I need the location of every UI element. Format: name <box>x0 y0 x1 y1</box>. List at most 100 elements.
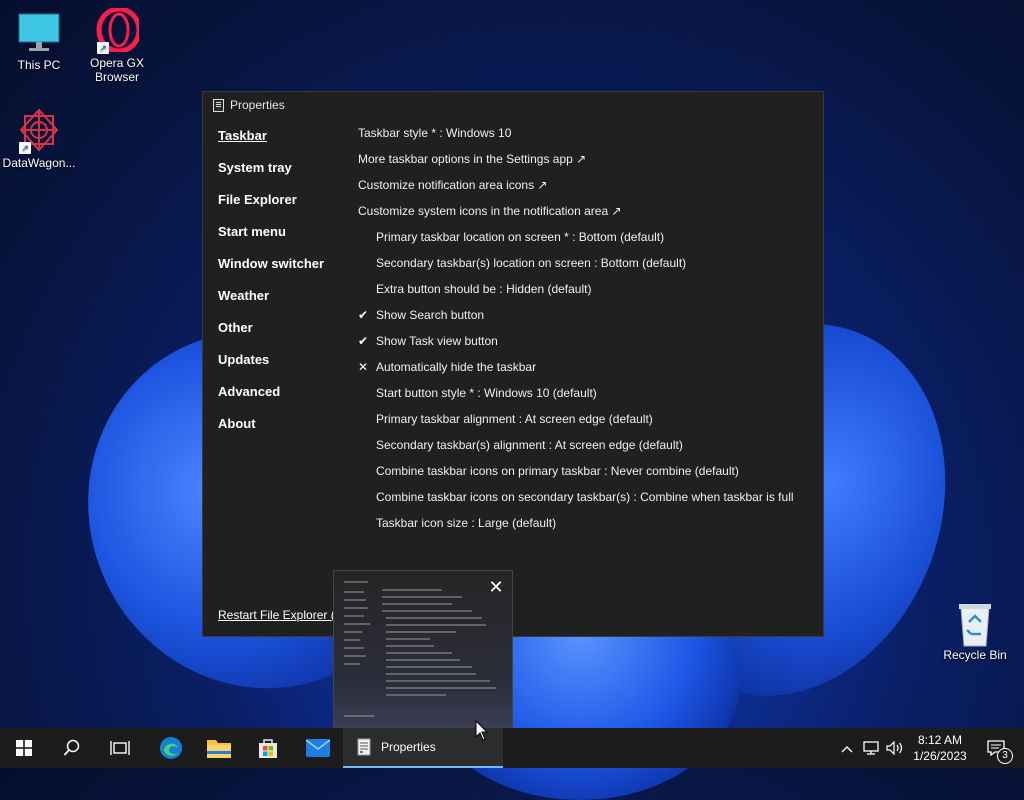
monitor-icon <box>17 10 61 54</box>
thumbnail-mini-setting <box>386 680 490 682</box>
mail-taskbar-button[interactable] <box>294 728 342 768</box>
setting-label: Taskbar icon size : Large (default) <box>376 516 557 530</box>
window-title-bar[interactable]: Properties <box>213 98 285 112</box>
setting-primary-location[interactable]: Primary taskbar location on screen * : B… <box>358 227 794 253</box>
shortcut-arrow-icon: ↗ <box>97 42 109 54</box>
setting-label: Customize notification area icons ↗ <box>358 178 548 192</box>
desktop-icon-label: This PC <box>17 58 61 72</box>
taskbar-button-label: Properties <box>381 740 436 754</box>
desktop-icon-datawagon[interactable]: ↗ DataWagon... <box>0 108 78 170</box>
mail-icon <box>306 739 330 757</box>
taskbar: Properties 8:12 AM 1/26/2023 3 <box>0 728 1024 768</box>
edge-icon <box>160 737 182 759</box>
setting-label: Secondary taskbar(s) alignment : At scre… <box>376 438 683 452</box>
checkmark-icon: ✔ <box>358 334 369 348</box>
setting-label: Taskbar style * : Windows 10 <box>358 126 512 140</box>
thumbnail-mini-setting <box>386 694 446 696</box>
setting-label: Customize system icons in the notificati… <box>358 204 622 218</box>
thumbnail-mini-setting <box>386 624 486 626</box>
nav-item-system-tray[interactable]: System tray <box>218 158 324 190</box>
recycle-bin-icon <box>953 600 997 647</box>
nav-item-updates[interactable]: Updates <box>218 350 324 382</box>
thumbnail-mini-setting <box>382 596 462 598</box>
nav-item-about[interactable]: About <box>218 414 324 446</box>
thumbnail-mini-setting <box>386 617 482 619</box>
link-system-icons[interactable]: Customize system icons in the notificati… <box>358 201 794 227</box>
sidebar-nav: Taskbar System tray File Explorer Start … <box>218 126 324 446</box>
nav-item-taskbar[interactable]: Taskbar <box>218 126 324 158</box>
thumbnail-mini-nav <box>344 631 362 633</box>
document-icon <box>213 98 224 112</box>
settings-list: Taskbar style * : Windows 10 More taskba… <box>358 123 794 539</box>
nav-item-file-explorer[interactable]: File Explorer <box>218 190 324 222</box>
setting-taskbar-style[interactable]: Taskbar style * : Windows 10 <box>358 123 794 149</box>
desktop-icon-this-pc[interactable]: This PC <box>0 10 78 72</box>
network-icon <box>863 741 879 755</box>
clock-time: 8:12 AM <box>917 733 963 747</box>
network-tray-button[interactable] <box>860 728 882 768</box>
setting-label: Primary taskbar location on screen * : B… <box>376 230 665 244</box>
speaker-icon <box>886 741 903 755</box>
edge-taskbar-button[interactable] <box>147 728 195 768</box>
thumbnail-mini-nav <box>344 639 360 641</box>
setting-label: More taskbar options in the Settings app… <box>358 152 587 166</box>
setting-primary-alignment[interactable]: Primary taskbar alignment : At screen ed… <box>358 409 794 435</box>
thumbnail-close-button[interactable]: ✕ <box>480 571 512 603</box>
setting-label: Combine taskbar icons on primary taskbar… <box>376 464 739 478</box>
window-title: Properties <box>230 98 285 112</box>
setting-secondary-alignment[interactable]: Secondary taskbar(s) alignment : At scre… <box>358 435 794 461</box>
nav-item-weather[interactable]: Weather <box>218 286 324 318</box>
start-button[interactable] <box>0 728 48 768</box>
thumbnail-mini-setting <box>386 659 460 661</box>
restart-file-explorer-link[interactable]: Restart File Explorer (*) <box>218 608 343 622</box>
checkbox-show-task-view[interactable]: ✔ Show Task view button <box>358 331 794 357</box>
datawagon-icon: ↗ <box>17 108 61 154</box>
nav-item-window-switcher[interactable]: Window switcher <box>218 254 324 286</box>
setting-extra-button[interactable]: Extra button should be : Hidden (default… <box>358 279 794 305</box>
checkbox-show-search[interactable]: ✔ Show Search button <box>358 305 794 331</box>
desktop-icon-opera-gx[interactable]: ↗ Opera GX Browser <box>78 6 156 84</box>
document-icon <box>357 738 371 756</box>
setting-label: Show Task view button <box>376 334 498 348</box>
nav-item-advanced[interactable]: Advanced <box>218 382 324 414</box>
task-view-button[interactable] <box>96 728 144 768</box>
setting-label: Extra button should be : Hidden (default… <box>376 282 592 296</box>
shortcut-arrow-icon: ↗ <box>19 142 31 154</box>
setting-start-button-style[interactable]: Start button style * : Windows 10 (defau… <box>358 383 794 409</box>
windows-logo-icon <box>16 740 32 756</box>
search-icon <box>63 739 80 756</box>
thumbnail-mini-nav <box>344 599 366 601</box>
setting-secondary-location[interactable]: Secondary taskbar(s) location on screen … <box>358 253 794 279</box>
setting-label: Start button style * : Windows 10 (defau… <box>376 386 597 400</box>
file-explorer-taskbar-button[interactable] <box>195 728 243 768</box>
setting-combine-secondary[interactable]: Combine taskbar icons on secondary taskb… <box>358 487 794 513</box>
properties-window: Properties Taskbar System tray File Expl… <box>202 91 824 637</box>
thumbnail-mini-nav <box>344 607 368 609</box>
nav-item-other[interactable]: Other <box>218 318 324 350</box>
setting-icon-size[interactable]: Taskbar icon size : Large (default) <box>358 513 794 539</box>
search-button[interactable] <box>48 728 96 768</box>
store-icon <box>259 739 277 758</box>
thumbnail-mini-setting <box>386 666 472 668</box>
thumbnail-mini-title <box>344 581 368 583</box>
volume-tray-button[interactable] <box>884 728 906 768</box>
setting-combine-primary[interactable]: Combine taskbar icons on primary taskbar… <box>358 461 794 487</box>
cross-icon: ✕ <box>358 360 369 374</box>
setting-label: Combine taskbar icons on secondary taskb… <box>376 490 794 504</box>
nav-item-start-menu[interactable]: Start menu <box>218 222 324 254</box>
link-notification-area-icons[interactable]: Customize notification area icons ↗ <box>358 175 794 201</box>
thumbnail-mini-setting <box>386 631 456 633</box>
desktop-icon-recycle-bin[interactable]: Recycle Bin <box>936 600 1014 662</box>
setting-label: Show Search button <box>376 308 485 322</box>
link-settings-app-options[interactable]: More taskbar options in the Settings app… <box>358 149 794 175</box>
close-icon: ✕ <box>488 577 504 597</box>
thumbnail-mini-nav <box>344 623 370 625</box>
folder-icon <box>207 740 231 758</box>
thumbnail-mini-nav <box>344 663 360 665</box>
taskbar-thumbnail-preview[interactable]: ✕ <box>333 570 513 730</box>
notification-center-button[interactable]: 3 <box>978 728 1014 768</box>
show-hidden-icons-button[interactable] <box>836 728 858 768</box>
checkbox-auto-hide[interactable]: ✕ Automatically hide the taskbar <box>358 357 794 383</box>
taskbar-clock[interactable]: 8:12 AM 1/26/2023 <box>906 732 974 764</box>
store-taskbar-button[interactable] <box>244 728 292 768</box>
